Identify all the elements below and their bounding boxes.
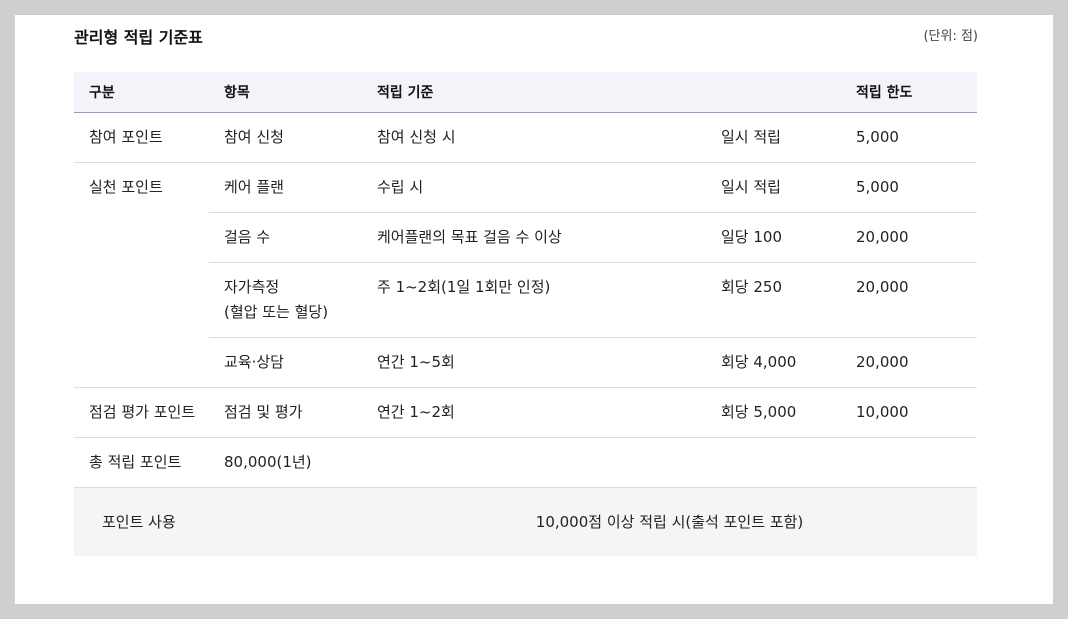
cell-item: 점검 및 평가 <box>209 387 362 438</box>
group-evaluation: 점검 평가 포인트 <box>74 387 209 438</box>
cell-rate: 회당 250 <box>706 262 841 338</box>
cell-rate: 회당 4,000 <box>706 337 841 388</box>
usage-label: 포인트 사용 <box>74 487 362 556</box>
table-row: 점검 평가 포인트 점검 및 평가 연간 1~2회 회당 5,000 10,00… <box>74 387 977 438</box>
cell-item: 교육·상담 <box>209 337 362 388</box>
cell-limit: 5,000 <box>841 112 977 163</box>
cell-item: 자가측정 (혈압 또는 혈당) <box>209 262 362 338</box>
cell-criteria: 주 1~2회(1일 1회만 인정) <box>362 262 706 338</box>
cell-rate: 일시 적립 <box>706 162 841 213</box>
cell-item: 걸음 수 <box>209 212 362 263</box>
header-category: 구분 <box>74 72 209 113</box>
group-practice: 실천 포인트 <box>74 162 209 388</box>
cell-item: 케어 플랜 <box>209 162 362 213</box>
cell-criteria: 연간 1~5회 <box>362 337 706 388</box>
header-item: 항목 <box>209 72 362 113</box>
table-row: 참여 포인트 참여 신청 참여 신청 시 일시 적립 5,000 <box>74 112 977 163</box>
cell-limit: 20,000 <box>841 337 977 388</box>
cell-criteria: 연간 1~2회 <box>362 387 706 438</box>
cell-rate: 회당 5,000 <box>706 387 841 438</box>
unit-note: (단위: 점) <box>923 29 978 44</box>
header-limit: 적립 한도 <box>841 72 977 113</box>
table-row: 자가측정 (혈압 또는 혈당) 주 1~2회(1일 1회만 인정) 회당 250… <box>74 262 977 338</box>
cell-rate: 일당 100 <box>706 212 841 263</box>
cell-limit: 20,000 <box>841 212 977 263</box>
points-table: 구분 항목 적립 기준 적립 한도 참여 포인트 참여 신청 참여 신청 시 일… <box>74 72 977 556</box>
group-participation: 참여 포인트 <box>74 112 209 163</box>
cell-rate: 일시 적립 <box>706 112 841 163</box>
usage-row: 포인트 사용 10,000점 이상 적립 시(출석 포인트 포함) <box>74 487 977 556</box>
header-criteria: 적립 기준 <box>362 72 706 113</box>
cell-criteria: 케어플랜의 목표 걸음 수 이상 <box>362 212 706 263</box>
cell-item-note: (혈압 또는 혈당) <box>224 303 329 321</box>
table-row: 걸음 수 케어플랜의 목표 걸음 수 이상 일당 100 20,000 <box>74 212 977 263</box>
cell-criteria: 참여 신청 시 <box>362 112 706 163</box>
cell-item: 참여 신청 <box>209 112 362 163</box>
table-header-row: 구분 항목 적립 기준 적립 한도 <box>74 72 977 113</box>
total-value: 80,000(1년) <box>209 437 977 488</box>
table-row: 실천 포인트 케어 플랜 수립 시 일시 적립 5,000 <box>74 162 977 388</box>
content-panel: 관리형 적립 기준표 (단위: 점) 구분 항목 적립 기준 적립 한도 참여 … <box>15 15 1053 604</box>
cell-limit: 10,000 <box>841 387 977 438</box>
table-title: 관리형 적립 기준표 <box>74 28 203 47</box>
usage-text: 10,000점 이상 적립 시(출석 포인트 포함) <box>362 487 977 556</box>
cell-item-main: 자가측정 <box>224 278 280 296</box>
header-rate <box>706 72 841 113</box>
table-row: 교육·상담 연간 1~5회 회당 4,000 20,000 <box>74 337 977 388</box>
total-label: 총 적립 포인트 <box>74 437 209 488</box>
cell-limit: 5,000 <box>841 162 977 213</box>
total-row: 총 적립 포인트 80,000(1년) <box>74 437 977 488</box>
cell-criteria: 수립 시 <box>362 162 706 213</box>
cell-limit: 20,000 <box>841 262 977 338</box>
